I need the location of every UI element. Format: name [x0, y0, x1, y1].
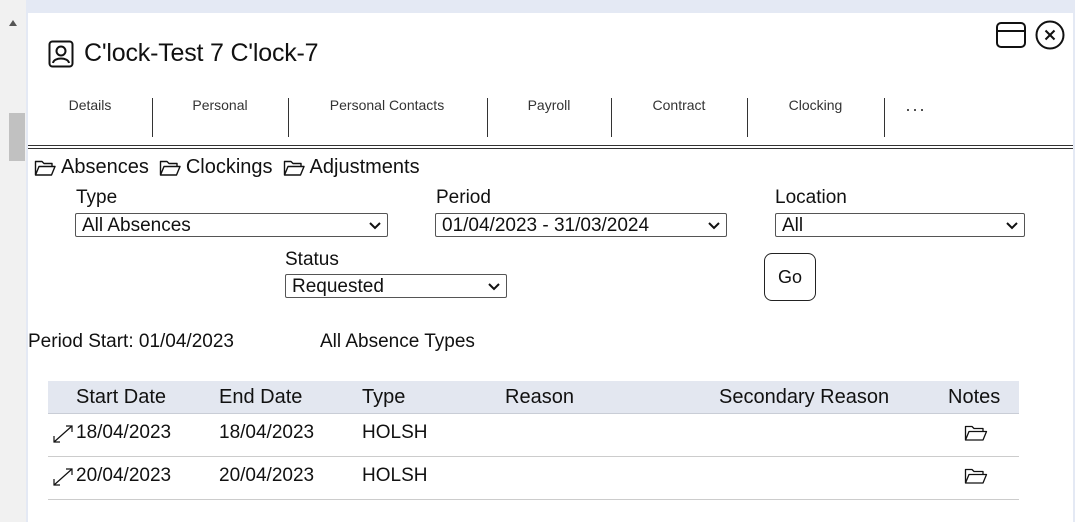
chevron-down-icon [1006, 222, 1018, 230]
maximize-window-icon[interactable] [995, 21, 1027, 49]
column-header-reason[interactable]: Reason [505, 386, 574, 409]
user-profile-icon [48, 40, 74, 67]
absences-label: Absences [61, 156, 149, 178]
row-type: HOLSH [362, 465, 428, 486]
column-header-type[interactable]: Type [362, 386, 405, 409]
status-label: Status [285, 249, 339, 270]
folder-open-icon [159, 160, 181, 176]
vertical-scrollbar[interactable] [0, 0, 26, 522]
row-type: HOLSH [362, 422, 428, 443]
row-start-date: 20/04/2023 [76, 465, 172, 486]
table-row[interactable]: 20/04/2023 20/04/2023 HOLSH [48, 457, 1019, 500]
tab-personal-contacts[interactable]: Personal Contacts [318, 95, 456, 135]
notes-folder-icon[interactable] [964, 424, 988, 442]
go-button[interactable]: Go [764, 253, 816, 301]
status-select-value: Requested [292, 276, 384, 297]
absence-types-text: All Absence Types [320, 331, 475, 352]
page-title: C'lock-Test 7 C'lock-7 [84, 39, 319, 67]
chevron-down-icon [488, 283, 500, 291]
column-header-end-date[interactable]: End Date [219, 386, 302, 409]
row-start-date: 18/04/2023 [76, 422, 172, 443]
tab-separator [152, 98, 153, 137]
location-select[interactable]: All [775, 213, 1025, 237]
table-header: Start Date End Date Type Reason Secondar… [48, 381, 1019, 414]
expand-icon[interactable] [52, 424, 74, 444]
table-row[interactable]: 18/04/2023 18/04/2023 HOLSH [48, 414, 1019, 457]
scroll-up-arrow-icon[interactable] [9, 20, 17, 26]
folder-open-icon [283, 160, 305, 176]
adjustments-link[interactable]: Adjustments [283, 156, 420, 179]
period-start-text: Period Start: 01/04/2023 [28, 331, 234, 352]
tab-contract[interactable]: Contract [634, 95, 724, 135]
location-label: Location [775, 187, 847, 208]
employee-panel: C'lock-Test 7 C'lock-7 Details Personal … [28, 13, 1073, 522]
more-tabs-button[interactable]: ... [896, 95, 936, 135]
tab-personal[interactable]: Personal [170, 95, 270, 135]
tab-separator [487, 98, 488, 137]
notes-folder-icon[interactable] [964, 467, 988, 485]
close-icon[interactable] [1034, 20, 1066, 50]
section-links: Absences Clockings Adjustments [34, 156, 420, 179]
row-end-date: 20/04/2023 [219, 465, 315, 486]
clockings-label: Clockings [185, 156, 273, 178]
tab-clocking[interactable]: Clocking [768, 95, 863, 135]
tab-separator [611, 98, 612, 137]
column-header-notes[interactable]: Notes [948, 386, 1000, 409]
period-select-value: 01/04/2023 - 31/03/2024 [442, 215, 650, 236]
tab-divider [28, 145, 1073, 149]
column-header-secondary-reason[interactable]: Secondary Reason [719, 386, 889, 409]
tab-separator [884, 98, 885, 137]
tab-separator [288, 98, 289, 137]
location-select-value: All [782, 215, 804, 236]
clockings-link[interactable]: Clockings [159, 156, 273, 179]
status-select[interactable]: Requested [285, 274, 507, 298]
type-select-value: All Absences [82, 215, 191, 236]
tab-bar: Details Personal Personal Contacts Payro… [28, 95, 1073, 137]
chevron-down-icon [708, 222, 720, 230]
period-label: Period [436, 187, 491, 208]
expand-icon[interactable] [52, 467, 74, 487]
chevron-down-icon [369, 222, 381, 230]
type-select[interactable]: All Absences [75, 213, 388, 237]
adjustments-label: Adjustments [309, 156, 420, 178]
absences-table: Start Date End Date Type Reason Secondar… [48, 381, 1019, 500]
tab-details[interactable]: Details [40, 95, 140, 135]
type-label: Type [76, 187, 118, 208]
tab-separator [747, 98, 748, 137]
folder-open-icon [34, 160, 56, 176]
column-header-start-date[interactable]: Start Date [76, 386, 166, 409]
row-end-date: 18/04/2023 [219, 422, 315, 443]
period-select[interactable]: 01/04/2023 - 31/03/2024 [435, 213, 727, 237]
title-row: C'lock-Test 7 C'lock-7 [48, 39, 319, 68]
tab-payroll[interactable]: Payroll [509, 95, 589, 135]
absences-link[interactable]: Absences [34, 156, 149, 179]
scroll-thumb[interactable] [9, 113, 25, 161]
